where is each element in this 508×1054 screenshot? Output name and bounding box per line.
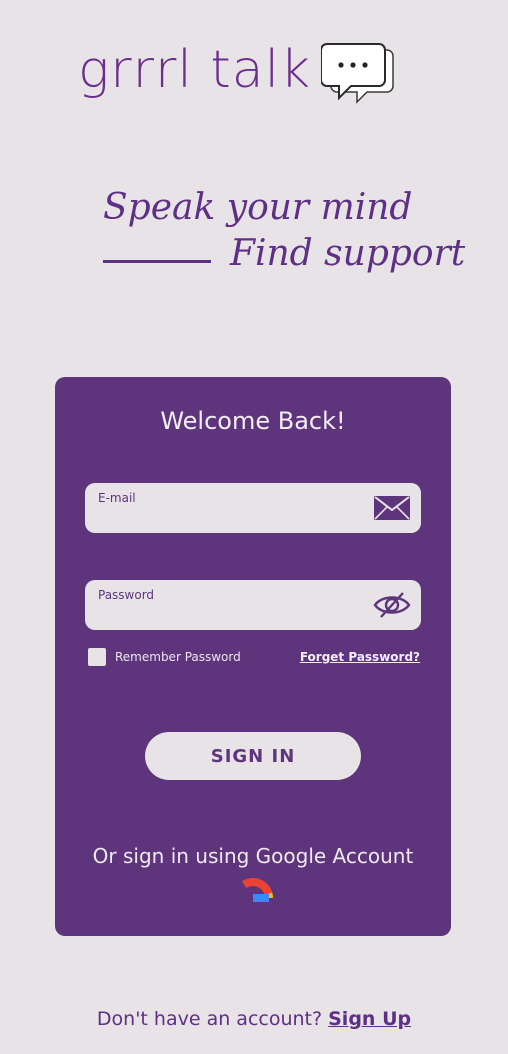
tagline-support: Find support xyxy=(230,233,466,274)
password-input[interactable] xyxy=(98,604,362,626)
welcome-title: Welcome Back! xyxy=(160,407,346,435)
forgot-password-link[interactable]: Forget Password? xyxy=(300,650,420,664)
email-input[interactable] xyxy=(98,507,362,529)
password-field[interactable]: Password xyxy=(85,580,421,630)
chat-bubbles-icon xyxy=(321,43,394,104)
eye-slash-icon[interactable] xyxy=(373,591,411,619)
google-icon[interactable] xyxy=(231,876,275,920)
remember-label: Remember Password xyxy=(115,650,241,664)
signup-prompt: Don't have an account? Sign Up xyxy=(0,1008,508,1030)
email-label: E-mail xyxy=(98,491,136,505)
app-logo: grrrl talk xyxy=(78,38,397,108)
remember-password[interactable]: Remember Password xyxy=(88,648,241,666)
signup-link[interactable]: Sign Up xyxy=(328,1008,411,1030)
login-card: Welcome Back! E-mail Password Remember P… xyxy=(55,377,451,936)
envelope-icon xyxy=(374,496,410,520)
remember-checkbox[interactable] xyxy=(88,648,106,666)
password-label: Password xyxy=(98,588,155,602)
google-signin-text: Or sign in using Google Account xyxy=(92,844,414,868)
logo-text: grrrl talk xyxy=(78,40,312,100)
tagline-speak: Speak your mind xyxy=(103,187,413,228)
sign-in-button[interactable]: SIGN IN xyxy=(145,732,361,780)
email-field[interactable]: E-mail xyxy=(85,483,421,533)
tagline-divider xyxy=(103,260,211,263)
signup-prompt-text: Don't have an account? xyxy=(96,1008,323,1030)
